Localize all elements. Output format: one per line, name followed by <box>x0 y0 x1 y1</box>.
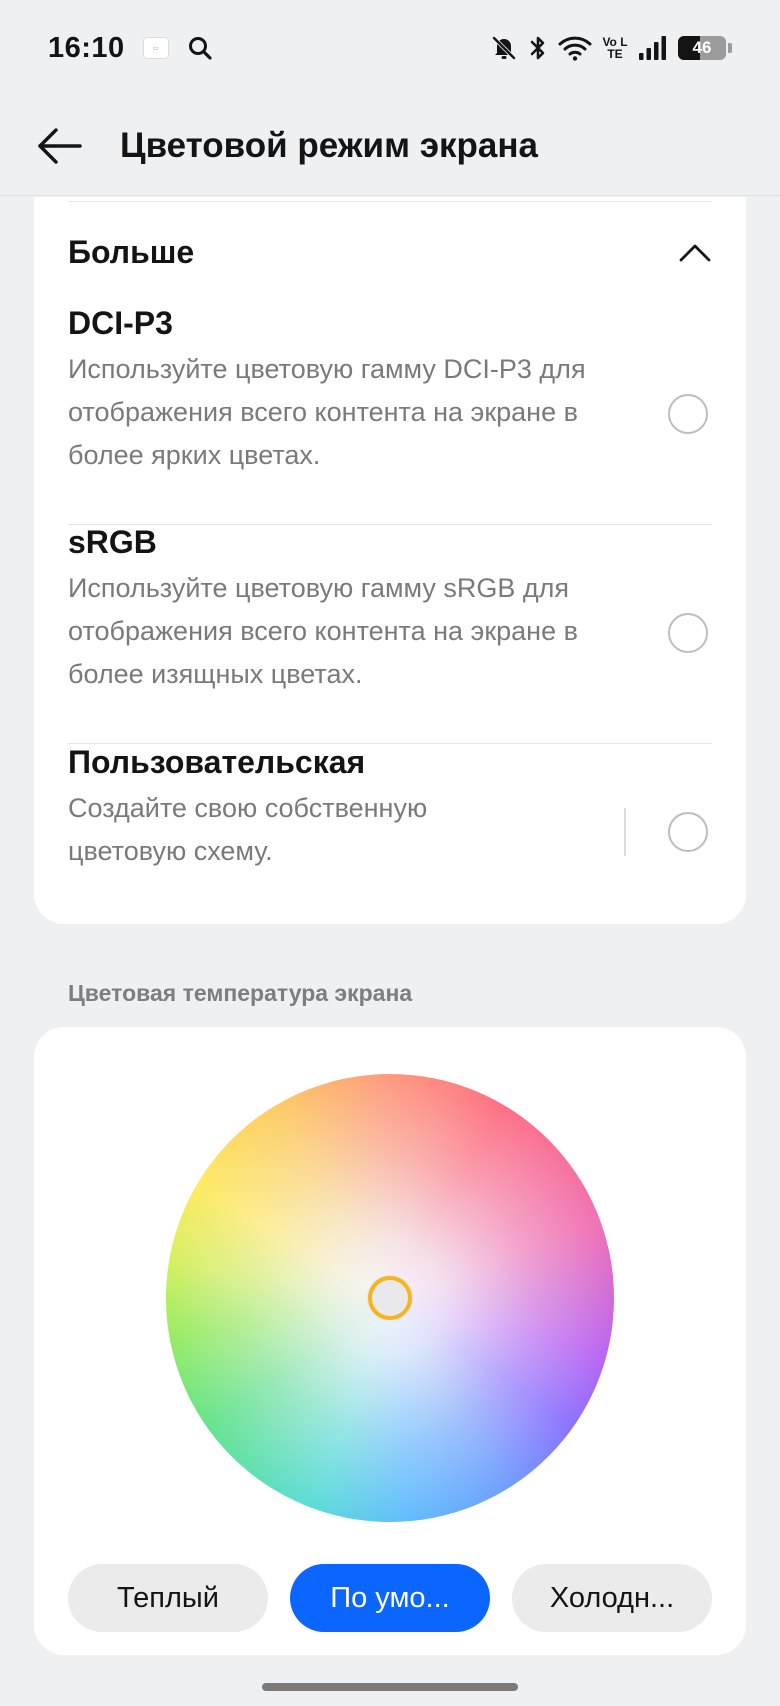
color-temperature-card: Теплый По умо... Холодн... <box>34 1027 746 1655</box>
option-srgb[interactable]: sRGB Используйте цветовую гамму sRGB для… <box>34 524 746 696</box>
radio-custom[interactable] <box>668 812 708 852</box>
option-description: Используйте цветовую гамму sRGB для отоб… <box>68 573 578 689</box>
option-description: Создайте свою собственную цветовую схему… <box>68 793 428 866</box>
radio-dci-p3[interactable] <box>668 394 708 434</box>
app-thumbnail-icon: ▭ <box>142 37 169 59</box>
more-section-label: Больше <box>68 233 195 270</box>
back-button[interactable] <box>34 120 86 172</box>
arrow-left-icon <box>38 128 82 164</box>
wifi-icon <box>558 36 592 61</box>
option-title: sRGB <box>68 524 157 560</box>
status-right: Vo LTE 46 <box>490 34 732 62</box>
bluetooth-icon <box>530 36 545 60</box>
more-section-header[interactable]: Больше <box>34 215 746 289</box>
preset-warm-button[interactable]: Теплый <box>68 1564 268 1632</box>
color-wheel-knob[interactable] <box>368 1276 412 1320</box>
option-title: Пользовательская <box>68 744 366 780</box>
status-left: 16:10 ▭ <box>48 32 213 65</box>
page-title: Цветовой режим экрана <box>120 125 538 165</box>
radio-srgb[interactable] <box>668 613 708 653</box>
option-custom[interactable]: Пользовательская Создайте свою собственн… <box>34 744 746 873</box>
battery-level: 46 <box>692 38 712 57</box>
preset-row: Теплый По умо... Холодн... <box>68 1564 712 1632</box>
status-bar: 16:10 ▭ Vo LTE 46 <box>0 0 780 96</box>
option-description: Используйте цветовую гамму DCI-P3 для от… <box>68 354 586 470</box>
chevron-up-icon <box>679 244 711 262</box>
color-temperature-label: Цветовая температура экрана <box>68 980 413 1006</box>
battery-nub <box>728 43 732 53</box>
volte-label: Vo LTE <box>602 35 628 61</box>
search-icon <box>188 37 212 60</box>
option-title: DCI-P3 <box>68 305 173 341</box>
color-mode-card: Больше DCI-P3 Используйте цветовую гамму… <box>34 197 746 924</box>
home-indicator[interactable] <box>262 1683 518 1691</box>
preset-default-button[interactable]: По умо... <box>290 1564 490 1632</box>
signal-icon <box>639 36 666 60</box>
status-time: 16:10 <box>48 31 125 64</box>
option-dci-p3[interactable]: DCI-P3 Используйте цветовую гамму DCI-P3… <box>34 305 746 477</box>
bell-off-icon <box>492 36 516 60</box>
divider <box>68 201 712 202</box>
battery-icon: 46 <box>678 36 726 60</box>
vertical-separator <box>624 808 626 856</box>
preset-cold-button[interactable]: Холодн... <box>512 1564 712 1632</box>
app-bar: Цветовой режим экрана <box>0 96 780 196</box>
